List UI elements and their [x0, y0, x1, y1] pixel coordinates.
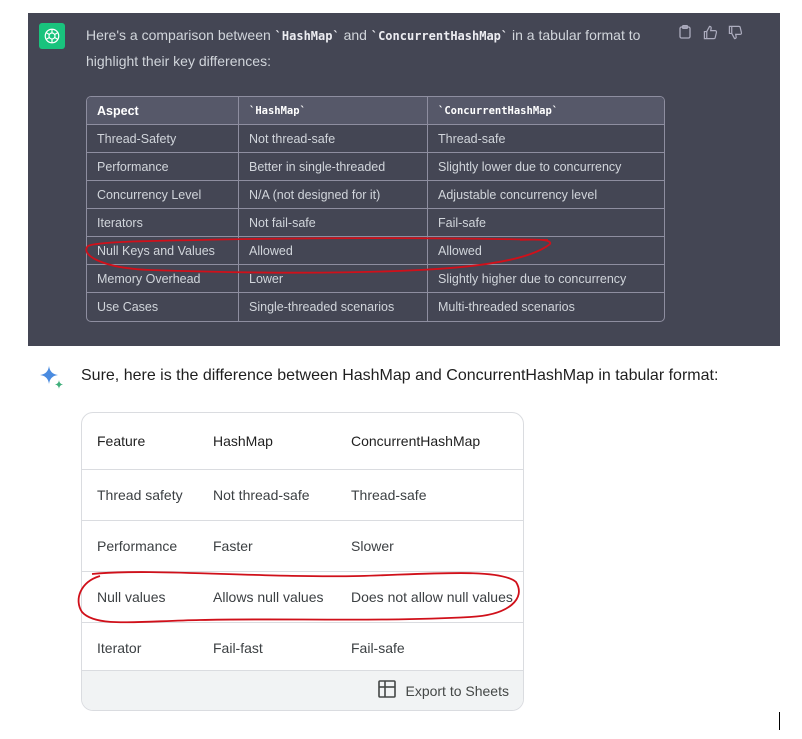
table-cell: Concurrency Level: [87, 181, 239, 209]
table-header-row: Feature HashMap ConcurrentHashMap: [82, 413, 523, 470]
table-cell: Use Cases: [87, 293, 239, 321]
table-cell: Allowed: [239, 237, 428, 265]
bard-table-card: Feature HashMap ConcurrentHashMap Thread…: [81, 412, 524, 711]
table-cell: Thread-safe: [336, 469, 523, 521]
table-cell: Null values: [82, 571, 198, 623]
table-cell: Slightly lower due to concurrency: [428, 153, 664, 181]
table-row: Performance Better in single-threaded Sl…: [87, 153, 664, 181]
table-cell: N/A (not designed for it): [239, 181, 428, 209]
table-cell: Memory Overhead: [87, 265, 239, 293]
text-cursor: [779, 712, 780, 730]
table-row: Use Cases Single-threaded scenarios Mult…: [87, 293, 664, 321]
table-cell: Iterator: [82, 622, 198, 674]
table-cell: Slower: [336, 520, 523, 572]
copy-icon[interactable]: [676, 23, 694, 41]
table-cell: Thread safety: [82, 469, 198, 521]
column-header: ConcurrentHashMap: [336, 413, 523, 470]
openai-logo-icon: [39, 23, 65, 49]
chatgpt-response: Here's a comparison between `HashMap` an…: [28, 13, 780, 346]
table-cell: Adjustable concurrency level: [428, 181, 664, 209]
table-cell: Fail-fast: [198, 622, 336, 674]
export-label: Export to Sheets: [405, 682, 509, 699]
table-row: Iterator Fail-fast Fail-safe: [82, 622, 523, 674]
table-row: Memory Overhead Lower Slightly higher du…: [87, 265, 664, 293]
column-header: Aspect: [87, 97, 239, 125]
message-actions: [676, 23, 744, 41]
table-row-null-keys: Null Keys and Values Allowed Allowed: [87, 237, 664, 265]
table-cell: Performance: [87, 153, 239, 181]
table-cell: Iterators: [87, 209, 239, 237]
thumbs-down-icon[interactable]: [726, 23, 744, 41]
table-row: Iterators Not fail-safe Fail-safe: [87, 209, 664, 237]
chatgpt-comparison-table: Aspect `HashMap` `ConcurrentHashMap` Thr…: [86, 96, 665, 322]
table-cell: Multi-threaded scenarios: [438, 300, 575, 314]
chatgpt-intro-text: Here's a comparison between `HashMap` an…: [86, 27, 641, 69]
table-cell: Not thread-safe: [198, 469, 336, 521]
table-cell: Fail-safe: [336, 622, 523, 674]
table-cell: Better in single-threaded: [239, 153, 428, 181]
table-cell: Null Keys and Values: [87, 237, 239, 265]
table-cell: Thread-Safety: [87, 125, 239, 153]
table-cell: Slightly higher due to concurrency: [428, 265, 664, 293]
table-cell: Allows null values: [198, 571, 336, 623]
thumbs-up-icon[interactable]: [701, 23, 719, 41]
code-hashmap: `HashMap`: [274, 29, 340, 43]
table-cell: Thread-safe: [428, 125, 664, 153]
column-header: Feature: [82, 413, 198, 470]
column-header: `ConcurrentHashMap`: [428, 97, 664, 125]
table-row: Thread safety Not thread-safe Thread-saf…: [82, 469, 523, 521]
table-cell: Lower: [239, 265, 428, 293]
table-row: Thread-Safety Not thread-safe Thread-saf…: [87, 125, 664, 153]
table-cell: Single-threaded scenarios: [239, 293, 428, 321]
table-header-row: Aspect `HashMap` `ConcurrentHashMap`: [87, 97, 664, 125]
bard-comparison-table: Feature HashMap ConcurrentHashMap Thread…: [82, 413, 523, 674]
column-header: HashMap: [198, 413, 336, 470]
bard-sparkle-icon: [38, 365, 64, 396]
table-cell: Not thread-safe: [239, 125, 428, 153]
table-row: Concurrency Level N/A (not designed for …: [87, 181, 664, 209]
bard-intro-text: Sure, here is the difference between Has…: [81, 367, 719, 384]
table-cell: Faster: [198, 520, 336, 572]
code-concurrenthashmap: `ConcurrentHashMap`: [370, 29, 509, 43]
column-header: `HashMap`: [239, 97, 428, 125]
table-cell: Performance: [82, 520, 198, 572]
table-cell: Does not allow null values: [336, 571, 523, 623]
table-cell: Fail-safe: [428, 209, 664, 237]
export-to-sheets-button[interactable]: Export to Sheets: [82, 670, 523, 710]
table-cell: Not fail-safe: [239, 209, 428, 237]
table-cell: Allowed: [428, 237, 664, 265]
table-row: Performance Faster Slower: [82, 520, 523, 572]
table-row-null-values: Null values Allows null values Does not …: [82, 571, 523, 623]
sheets-table-icon: [378, 680, 397, 701]
